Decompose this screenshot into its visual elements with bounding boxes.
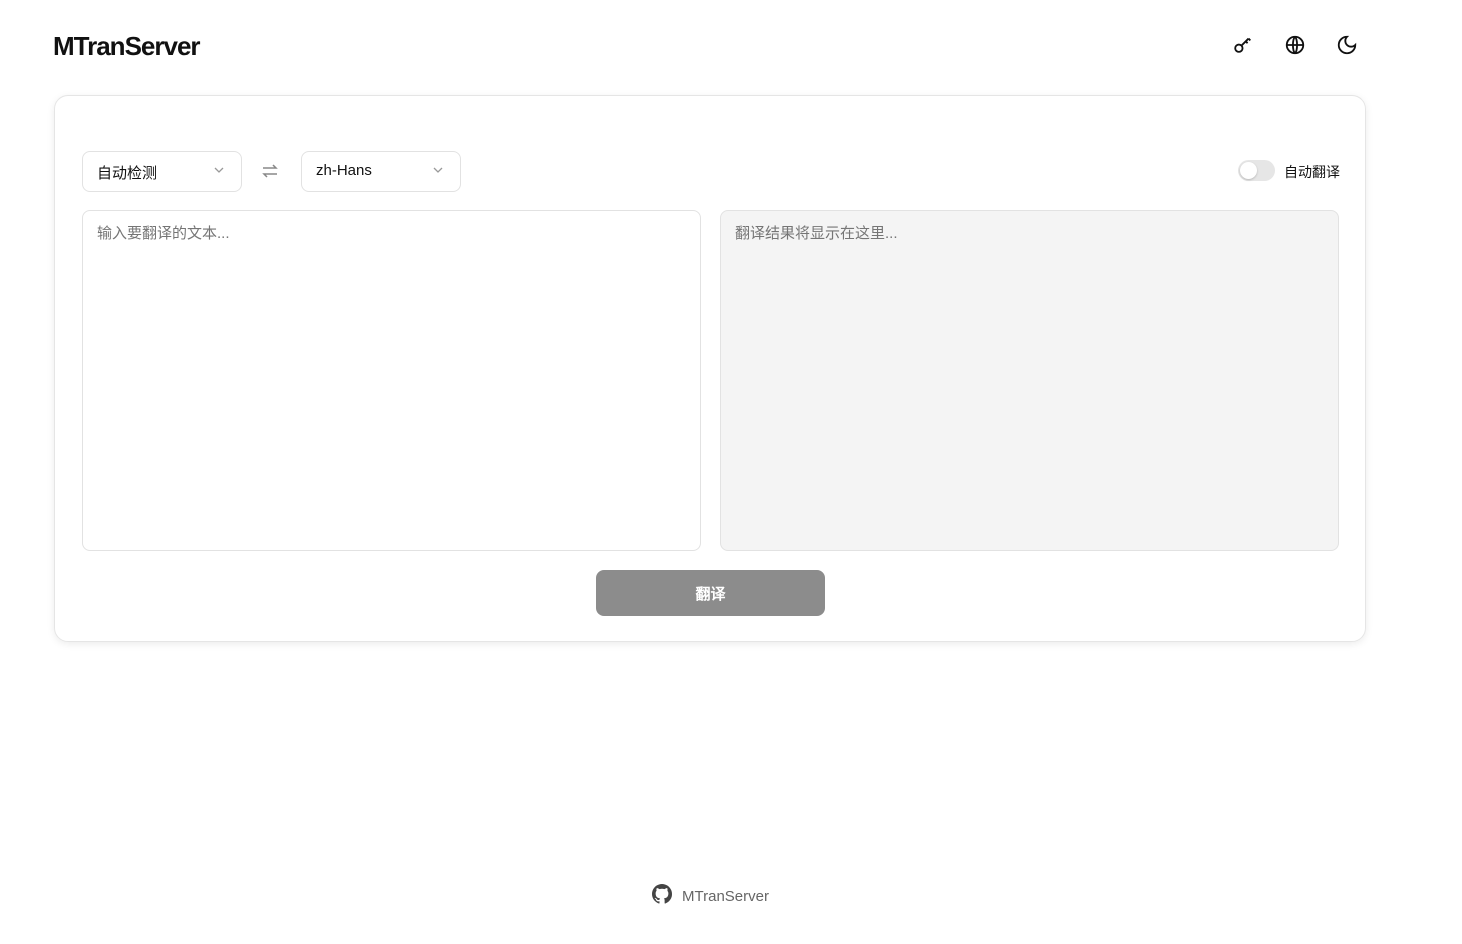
globe-icon[interactable]	[1284, 34, 1306, 56]
swap-languages-icon[interactable]	[261, 162, 279, 185]
source-language-select[interactable]: 自动检测	[82, 151, 242, 192]
target-language-select[interactable]: zh-Hans	[301, 151, 461, 192]
translator-card: 自动检测 zh-Hans 自动翻译 翻译	[54, 95, 1366, 642]
source-text-input[interactable]	[82, 210, 701, 551]
target-language-value: zh-Hans	[316, 162, 372, 179]
translation-output	[720, 210, 1339, 551]
auto-translate-label: 自动翻译	[1284, 164, 1340, 180]
github-link[interactable]: MTranServer	[652, 884, 769, 908]
moon-icon[interactable]	[1336, 34, 1358, 56]
github-link-label: MTranServer	[682, 887, 769, 905]
source-language-value: 自动检测	[97, 165, 158, 182]
app-title: MTranServer	[53, 31, 201, 61]
chevron-down-icon	[213, 163, 225, 180]
translate-button[interactable]: 翻译	[596, 570, 825, 616]
auto-translate-toggle[interactable]	[1238, 160, 1275, 181]
chevron-down-icon	[432, 163, 444, 180]
key-icon[interactable]	[1232, 34, 1254, 56]
github-icon	[652, 884, 673, 908]
